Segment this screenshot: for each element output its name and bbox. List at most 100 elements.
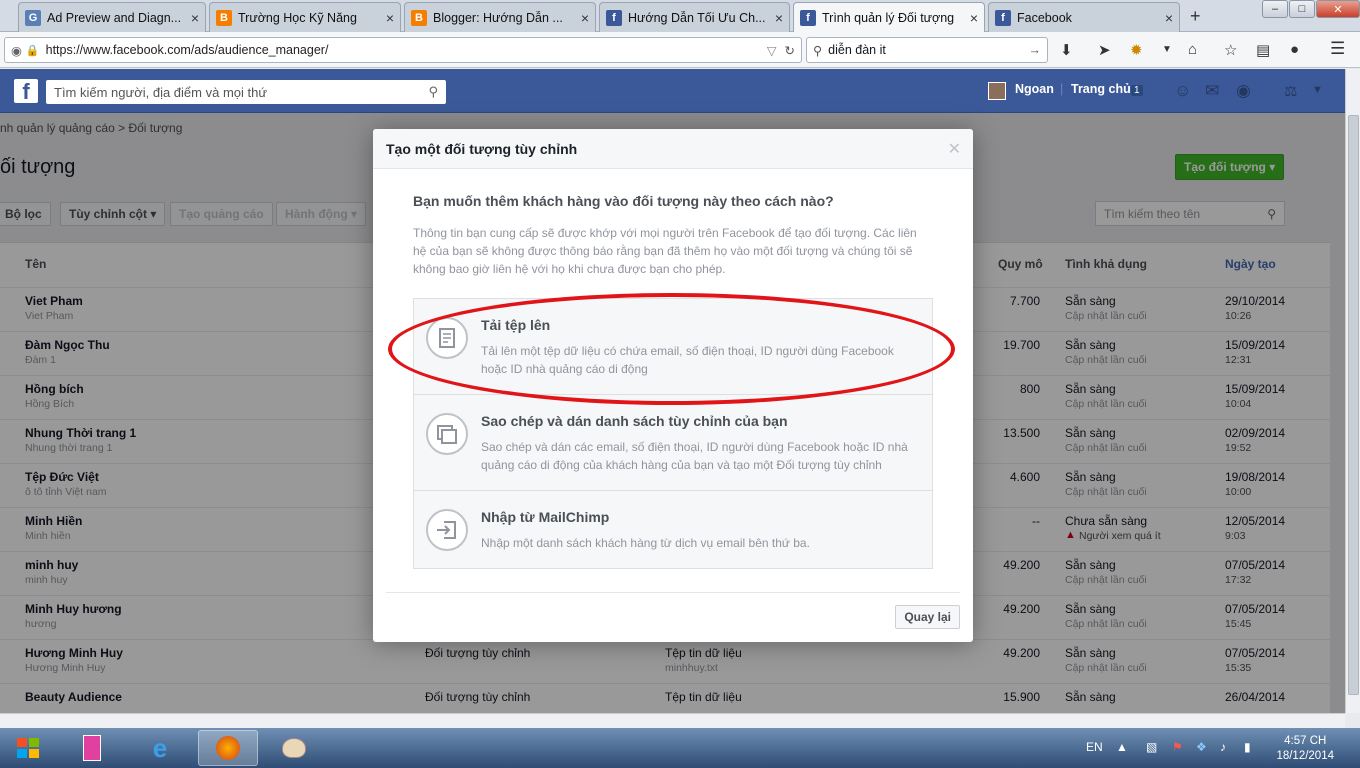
addon-dropdown-icon[interactable]: ▼ xyxy=(1162,44,1172,55)
tab-favicon-icon: f xyxy=(800,9,816,26)
file-icon xyxy=(426,317,468,359)
home-count-badge: 1 xyxy=(1131,85,1143,96)
home-icon[interactable]: ⌂ xyxy=(1188,41,1197,58)
browser-tab[interactable]: f Trình quản lý Đối tượng × xyxy=(793,2,985,32)
close-icon[interactable]: ✕ xyxy=(948,139,961,159)
minimize-button[interactable]: – xyxy=(1262,0,1288,18)
audience-source-options: Tải tệp lên Tải lên một tệp dữ liệu có c… xyxy=(413,298,933,569)
tab-close-icon[interactable]: × xyxy=(191,10,199,26)
avatar[interactable] xyxy=(988,82,1006,100)
option-copy-paste[interactable]: Sao chép và dán danh sách tùy chỉnh của … xyxy=(414,395,932,491)
start-button[interactable] xyxy=(2,730,54,766)
menu-icon[interactable]: ☰ xyxy=(1330,39,1345,59)
tab-favicon-icon: f xyxy=(995,9,1011,26)
tab-favicon-icon: B xyxy=(411,9,427,26)
tab-label: Trình quản lý Đối tượng xyxy=(822,10,955,25)
dialog-info-text: Thông tin bạn cung cấp sẽ được khớp với … xyxy=(413,226,917,276)
send-icon[interactable]: ➤ xyxy=(1098,41,1111,59)
option-title: Sao chép và dán danh sách tùy chỉnh của … xyxy=(481,413,788,429)
browser-nav-bar: ◉ 🔒 https://www.facebook.com/ads/audienc… xyxy=(0,32,1360,68)
addon-icon[interactable]: ✹ xyxy=(1130,41,1143,59)
paint-icon[interactable] xyxy=(264,730,324,766)
window-close-button[interactable]: ✕ xyxy=(1316,0,1360,18)
browser-tab[interactable]: B Blogger: Hướng Dẫn ... × xyxy=(404,2,596,32)
user-name-link[interactable]: Ngoan xyxy=(1015,82,1054,96)
dialog-header: Tạo một đối tượng tùy chỉnh ✕ xyxy=(373,129,973,169)
option-description: Tải lên một tệp dữ liệu có chứa email, s… xyxy=(481,344,894,376)
bookmark-star-icon[interactable]: ☆ xyxy=(1224,41,1237,59)
browser-tab[interactable]: f Hướng Dẫn Tối Ưu Ch... × xyxy=(599,2,790,32)
windows-taskbar: e EN ▲ ▧ ⚑ ❖ ♪ ▮ 4:57 CH 18/12/2014 xyxy=(0,728,1360,768)
horizontal-scrollbar[interactable] xyxy=(0,713,1345,728)
tab-favicon-icon: f xyxy=(606,9,622,26)
copy-icon xyxy=(426,413,468,455)
power-icon[interactable]: ▮ xyxy=(1244,740,1251,754)
option-mailchimp-import[interactable]: Nhập từ MailChimp Nhập một danh sách khá… xyxy=(414,491,932,569)
maximize-button[interactable]: □ xyxy=(1289,0,1315,18)
browser-tab[interactable]: G Ad Preview and Diagn... × xyxy=(18,2,206,32)
tab-close-icon[interactable]: × xyxy=(775,10,783,26)
flag-icon[interactable]: ⚑ xyxy=(1172,740,1183,754)
option-title: Nhập từ MailChimp xyxy=(481,509,610,525)
language-indicator[interactable]: EN xyxy=(1086,740,1103,754)
go-arrow-icon[interactable]: → xyxy=(1029,43,1042,57)
clock-time: 4:57 CH xyxy=(1284,735,1327,747)
import-icon xyxy=(426,509,468,551)
dialog-footer-divider xyxy=(386,592,960,593)
browser-tab[interactable]: B Trường Học Kỹ Năng × xyxy=(209,2,401,32)
tab-label: Trường Học Kỹ Năng xyxy=(238,10,357,25)
clock-date: 18/12/2014 xyxy=(1276,750,1334,762)
dropbox-icon[interactable]: ❖ xyxy=(1196,740,1207,754)
browser-tab-bar: G Ad Preview and Diagn... × B Trường Học Kỹ … xyxy=(0,0,1360,32)
tab-close-icon[interactable]: × xyxy=(386,10,394,26)
dialog-title: Tạo một đối tượng tùy chỉnh xyxy=(386,141,578,157)
facebook-logo-icon[interactable]: f xyxy=(14,79,38,104)
system-clock[interactable]: 4:57 CH 18/12/2014 xyxy=(1276,734,1334,764)
facebook-search-placeholder: Tìm kiếm người, địa điểm và mọi thứ xyxy=(54,84,268,100)
settings-dropdown-icon[interactable]: ▼ xyxy=(1312,84,1323,96)
internet-explorer-icon[interactable]: e xyxy=(130,730,190,766)
globe-icon: ◉ xyxy=(11,43,22,58)
search-value: diễn đàn it xyxy=(828,43,886,57)
option-description: Sao chép và dán các email, số điện thoại… xyxy=(481,440,908,472)
search-icon[interactable]: ⚲ xyxy=(428,84,438,100)
download-icon[interactable]: ⬇ xyxy=(1060,41,1073,59)
tab-close-icon[interactable]: × xyxy=(581,10,589,26)
dialog-question: Bạn muốn thêm khách hàng vào đối tượng n… xyxy=(413,193,834,209)
facebook-search-input[interactable]: Tìm kiếm người, địa điểm và mọi thứ ⚲ xyxy=(46,80,446,104)
notifications-icon[interactable]: ◉ xyxy=(1236,81,1251,101)
back-button[interactable]: Quay lại xyxy=(895,605,960,629)
chat-icon[interactable]: ● xyxy=(1290,41,1299,58)
lock-icon: 🔒 xyxy=(25,44,40,57)
dropdown-icon[interactable]: ▽ xyxy=(767,43,777,58)
network-icon[interactable]: ▧ xyxy=(1146,740,1157,754)
file-manager-icon[interactable] xyxy=(62,730,122,766)
browser-tab[interactable]: f Facebook × xyxy=(988,2,1180,32)
home-link[interactable]: Trang chủ xyxy=(1071,82,1131,96)
vertical-scrollbar[interactable] xyxy=(1345,69,1360,713)
tab-label: Ad Preview and Diagn... xyxy=(47,10,182,25)
reload-icon[interactable]: ↻ xyxy=(785,43,795,58)
address-bar[interactable]: ◉ 🔒 https://www.facebook.com/ads/audienc… xyxy=(4,37,802,63)
tray-arrow-icon[interactable]: ▲ xyxy=(1116,740,1128,754)
url-text: https://www.facebook.com/ads/audience_ma… xyxy=(45,43,329,57)
tab-favicon-icon: B xyxy=(216,9,232,26)
messages-icon[interactable]: ✉ xyxy=(1205,81,1219,101)
volume-icon[interactable]: ♪ xyxy=(1220,740,1226,754)
friends-icon[interactable]: ☺ xyxy=(1174,81,1191,101)
new-tab-button[interactable]: + xyxy=(1190,6,1201,27)
tab-label: Hướng Dẫn Tối Ưu Ch... xyxy=(628,10,766,25)
search-icon: ⚲ xyxy=(813,43,823,58)
scrollbar-thumb[interactable] xyxy=(1348,115,1359,695)
option-upload-file[interactable]: Tải tệp lên Tải lên một tệp dữ liệu có c… xyxy=(414,299,932,395)
option-description: Nhập một danh sách khách hàng từ dịch vụ… xyxy=(481,536,810,550)
bookmarks-list-icon[interactable]: ▤ xyxy=(1256,41,1270,59)
browser-search-box[interactable]: ⚲ diễn đàn it → xyxy=(806,37,1048,63)
firefox-icon[interactable] xyxy=(198,730,258,766)
tab-close-icon[interactable]: × xyxy=(970,10,978,26)
header-divider: | xyxy=(1060,82,1064,96)
privacy-icon[interactable]: ⚖ xyxy=(1284,82,1297,100)
option-title: Tải tệp lên xyxy=(481,317,551,333)
tab-close-icon[interactable]: × xyxy=(1165,10,1173,26)
tab-label: Blogger: Hướng Dẫn ... xyxy=(433,10,563,25)
